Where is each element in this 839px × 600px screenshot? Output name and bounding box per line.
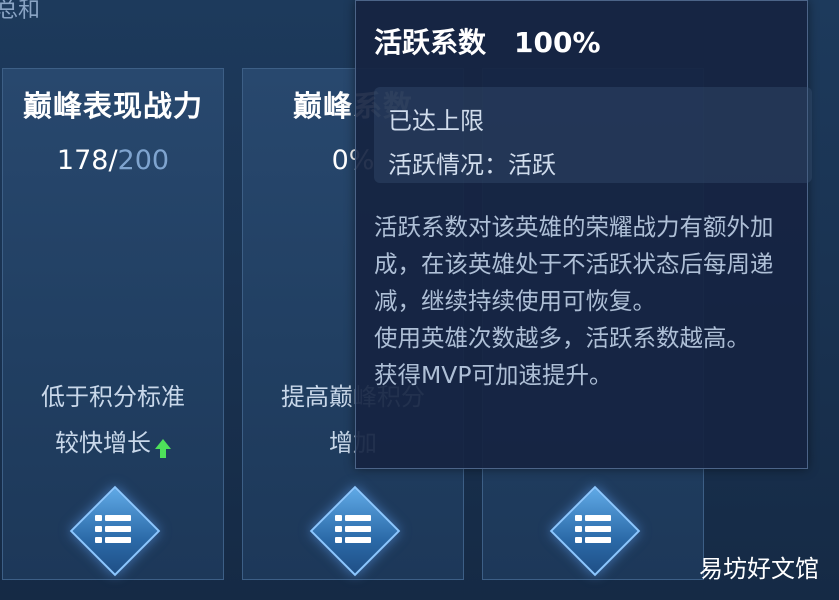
- details-list-button[interactable]: [309, 485, 401, 577]
- card-desc-line2-text: 较快增长: [55, 429, 151, 457]
- list-icon: [95, 513, 131, 545]
- card-desc-line2: 较快增长: [3, 423, 223, 458]
- tooltip-title-text: 活跃系数: [374, 26, 487, 59]
- details-list-button[interactable]: [549, 485, 641, 577]
- tooltip-percent: 100%: [514, 26, 601, 59]
- card-value: 178/200: [3, 145, 223, 176]
- tooltip-status-text: 活跃情况：活跃: [388, 151, 556, 179]
- card-value-max: 200: [117, 145, 170, 176]
- tooltip-title: 活跃系数 100%: [374, 21, 601, 61]
- list-icon: [575, 513, 611, 545]
- card-desc-line1: 低于积分标准: [41, 383, 185, 411]
- watermark: 易坊好文馆: [699, 555, 819, 583]
- card-value-current: 178/: [56, 145, 118, 176]
- stat-card-peak-power: 巅峰表现战力 178/200 低于积分标准 较快增长: [2, 68, 224, 580]
- activity-coefficient-tooltip: 活跃系数 100% 已达上限 活跃情况：活跃 活跃系数对该英雄的荣耀战力有额外加成…: [355, 0, 812, 469]
- tooltip-status-box: 已达上限 活跃情况：活跃: [374, 87, 812, 183]
- section-heading-fragment: 总和: [0, 0, 41, 23]
- details-list-button[interactable]: [69, 485, 161, 577]
- card-title: 巅峰表现战力: [22, 89, 203, 123]
- list-icon: [335, 513, 371, 545]
- tooltip-description: 活跃系数对该英雄的荣耀战力有额外加成，在该英雄处于不活跃状态后每周递减，继续持续…: [374, 213, 774, 389]
- tooltip-limit-text: 已达上限: [388, 107, 484, 135]
- green-up-arrow-icon: [155, 439, 171, 458]
